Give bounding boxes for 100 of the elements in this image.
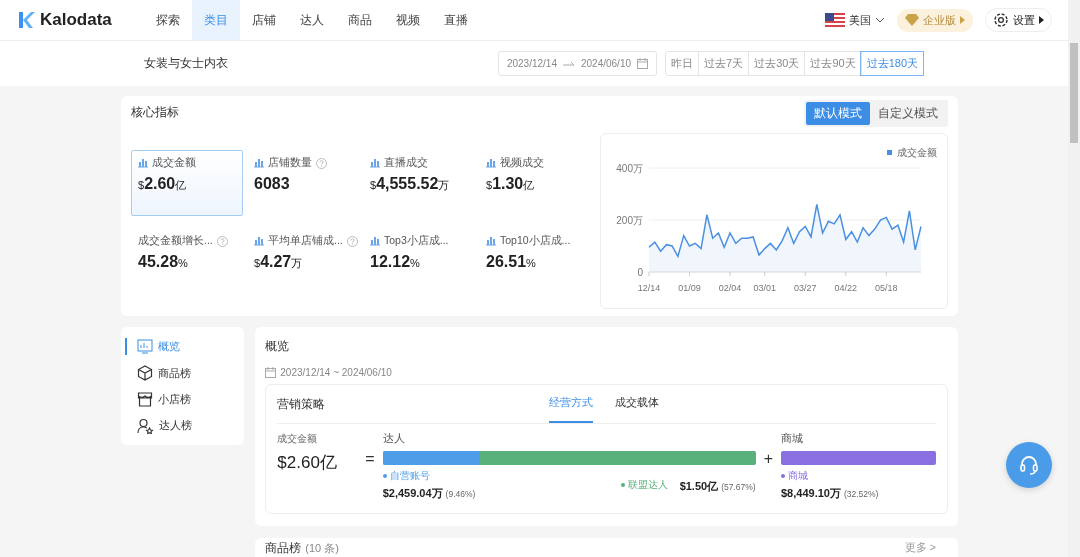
strategy-tab[interactable]: 经营方式	[549, 385, 594, 423]
range-button[interactable]: 昨日	[666, 52, 698, 75]
region-selector[interactable]: 美国	[825, 12, 885, 28]
axis-tick-label: 03/27	[794, 283, 817, 293]
calendar-icon	[265, 367, 277, 378]
start-date: 2023/12/14	[506, 58, 557, 69]
logo-icon	[18, 11, 36, 29]
bar-chart-icon	[486, 158, 496, 168]
metric-value: $1.30亿	[486, 175, 536, 193]
metric-tile[interactable]: 平均单店铺成... $4.27万	[247, 228, 359, 294]
metric-tile[interactable]: 直播成交 $4,555.52万	[363, 150, 475, 216]
scrollbar[interactable]	[1068, 0, 1080, 557]
total-value: $2.60亿	[277, 452, 338, 474]
legend-label: 成交金额	[897, 147, 937, 158]
metric-tile[interactable]: 店铺数量 6083	[247, 150, 359, 216]
metric-label: 平均单店铺成...	[268, 234, 343, 248]
sidebar-item[interactable]: 小店榜	[125, 386, 245, 413]
card-title: 概览	[265, 338, 291, 355]
axis-tick-label: 400万	[616, 163, 643, 174]
nav-tab[interactable]: 商品	[336, 0, 384, 40]
metric-label: 店铺数量	[268, 156, 312, 170]
axis-tick-label: 02/04	[718, 283, 742, 293]
metric-value: 26.51%	[486, 253, 537, 271]
segment-name: 自营账号	[389, 469, 430, 483]
nav-tab[interactable]: 视频	[384, 0, 432, 40]
card-title: 核心指标	[131, 104, 180, 121]
strategy-tab[interactable]: 成交载体	[615, 385, 660, 423]
nav-tab[interactable]: 达人	[288, 0, 336, 40]
store-icon	[137, 391, 153, 407]
caret-icon	[960, 16, 965, 24]
metric-value: 45.28%	[138, 253, 189, 271]
metric-value: $4.27万	[254, 253, 304, 271]
segment-value: $1.50亿	[679, 480, 719, 492]
date-range-picker[interactable]: 2023/12/14 2024/06/10	[497, 51, 657, 76]
metric-label: 成交金额增长...	[138, 234, 213, 248]
chart-icon	[137, 338, 153, 354]
segment-name: 联盟达人	[627, 478, 668, 492]
metric-label: 直播成交	[384, 156, 428, 170]
metric-value: $2.60亿	[138, 175, 188, 193]
cube-icon	[137, 365, 153, 382]
card-title: 商品榜 (10 条)	[265, 541, 339, 556]
metric-tile[interactable]: 成交金额 $2.60亿	[131, 150, 243, 216]
axis-tick-label: 05/18	[875, 283, 898, 293]
nav-tab[interactable]: 直播	[432, 0, 480, 40]
headset-icon	[1018, 454, 1040, 476]
metric-value: 12.12%	[370, 253, 421, 271]
metric-value: $4,555.52万	[370, 175, 451, 193]
bar-chart-icon	[370, 236, 380, 246]
bar-chart-icon	[370, 158, 380, 168]
person-star-icon	[137, 417, 154, 434]
segment-share: (9.46%)	[445, 489, 476, 499]
caret-icon	[1039, 16, 1044, 24]
axis-tick-label: 0	[637, 267, 643, 278]
calendar-icon	[637, 58, 648, 69]
group-label: 商城	[781, 432, 804, 446]
group-label: 达人	[382, 432, 406, 446]
diamond-icon	[905, 14, 919, 26]
metric-tile[interactable]: Top3小店成... 12.12%	[363, 228, 475, 294]
chevron-down-icon	[875, 17, 885, 23]
segment-share: (32.52%)	[843, 489, 879, 499]
support-button[interactable]	[1006, 442, 1052, 488]
metric-value: 6083	[254, 175, 291, 193]
sidebar-item[interactable]: 达人榜	[125, 412, 245, 439]
segment-share: (57.67%)	[721, 482, 756, 492]
date-range-text: 2023/12/14 ~ 2024/06/10	[280, 367, 392, 378]
mode-button[interactable]: 自定义模式	[870, 102, 946, 125]
metric-label: Top3小店成...	[384, 234, 449, 248]
help-icon[interactable]	[346, 235, 358, 247]
axis-tick-label: 12/14	[637, 283, 661, 293]
settings-icon	[993, 12, 1009, 28]
bar-chart-icon	[138, 158, 148, 168]
nav-tab[interactable]: 探索	[144, 0, 192, 40]
bar-chart-icon	[254, 236, 264, 246]
range-button[interactable]: 过去30天	[748, 52, 805, 75]
metric-label: 成交金额	[152, 156, 196, 170]
help-icon[interactable]	[316, 157, 327, 169]
plus-sign: +	[763, 450, 773, 468]
range-button[interactable]: 过去180天	[860, 52, 923, 75]
metric-tile[interactable]: 成交金额增长... 45.28%	[131, 228, 243, 294]
help-icon[interactable]	[216, 235, 228, 247]
metric-label: 视频成交	[500, 156, 544, 170]
metric-tile[interactable]: Top10小店成... 26.51%	[479, 228, 591, 294]
axis-tick-label: 200万	[616, 215, 643, 226]
equals-sign: =	[365, 450, 375, 468]
segment-value: $2,459.04万	[382, 487, 443, 499]
logo-text: Kalodata	[40, 10, 112, 30]
range-button[interactable]: 过去7天	[698, 52, 749, 75]
axis-tick-label: 03/01	[753, 283, 776, 293]
sidebar-item[interactable]: 概览	[125, 338, 245, 355]
axis-tick-label: 04/22	[834, 283, 858, 293]
bar-chart-icon	[254, 158, 264, 168]
sidebar-item[interactable]: 商品榜	[125, 359, 245, 387]
segment-name: 商城	[788, 469, 808, 483]
category-title: 女装与女士内衣	[144, 55, 228, 72]
metric-tile[interactable]: 视频成交 $1.30亿	[479, 150, 591, 216]
flag-icon	[825, 13, 845, 27]
total-label: 成交金额	[277, 432, 319, 446]
panel-title: 营销策略	[277, 395, 327, 413]
nav-tab[interactable]: 店铺	[240, 0, 288, 40]
axis-tick-label: 01/09	[678, 283, 701, 293]
